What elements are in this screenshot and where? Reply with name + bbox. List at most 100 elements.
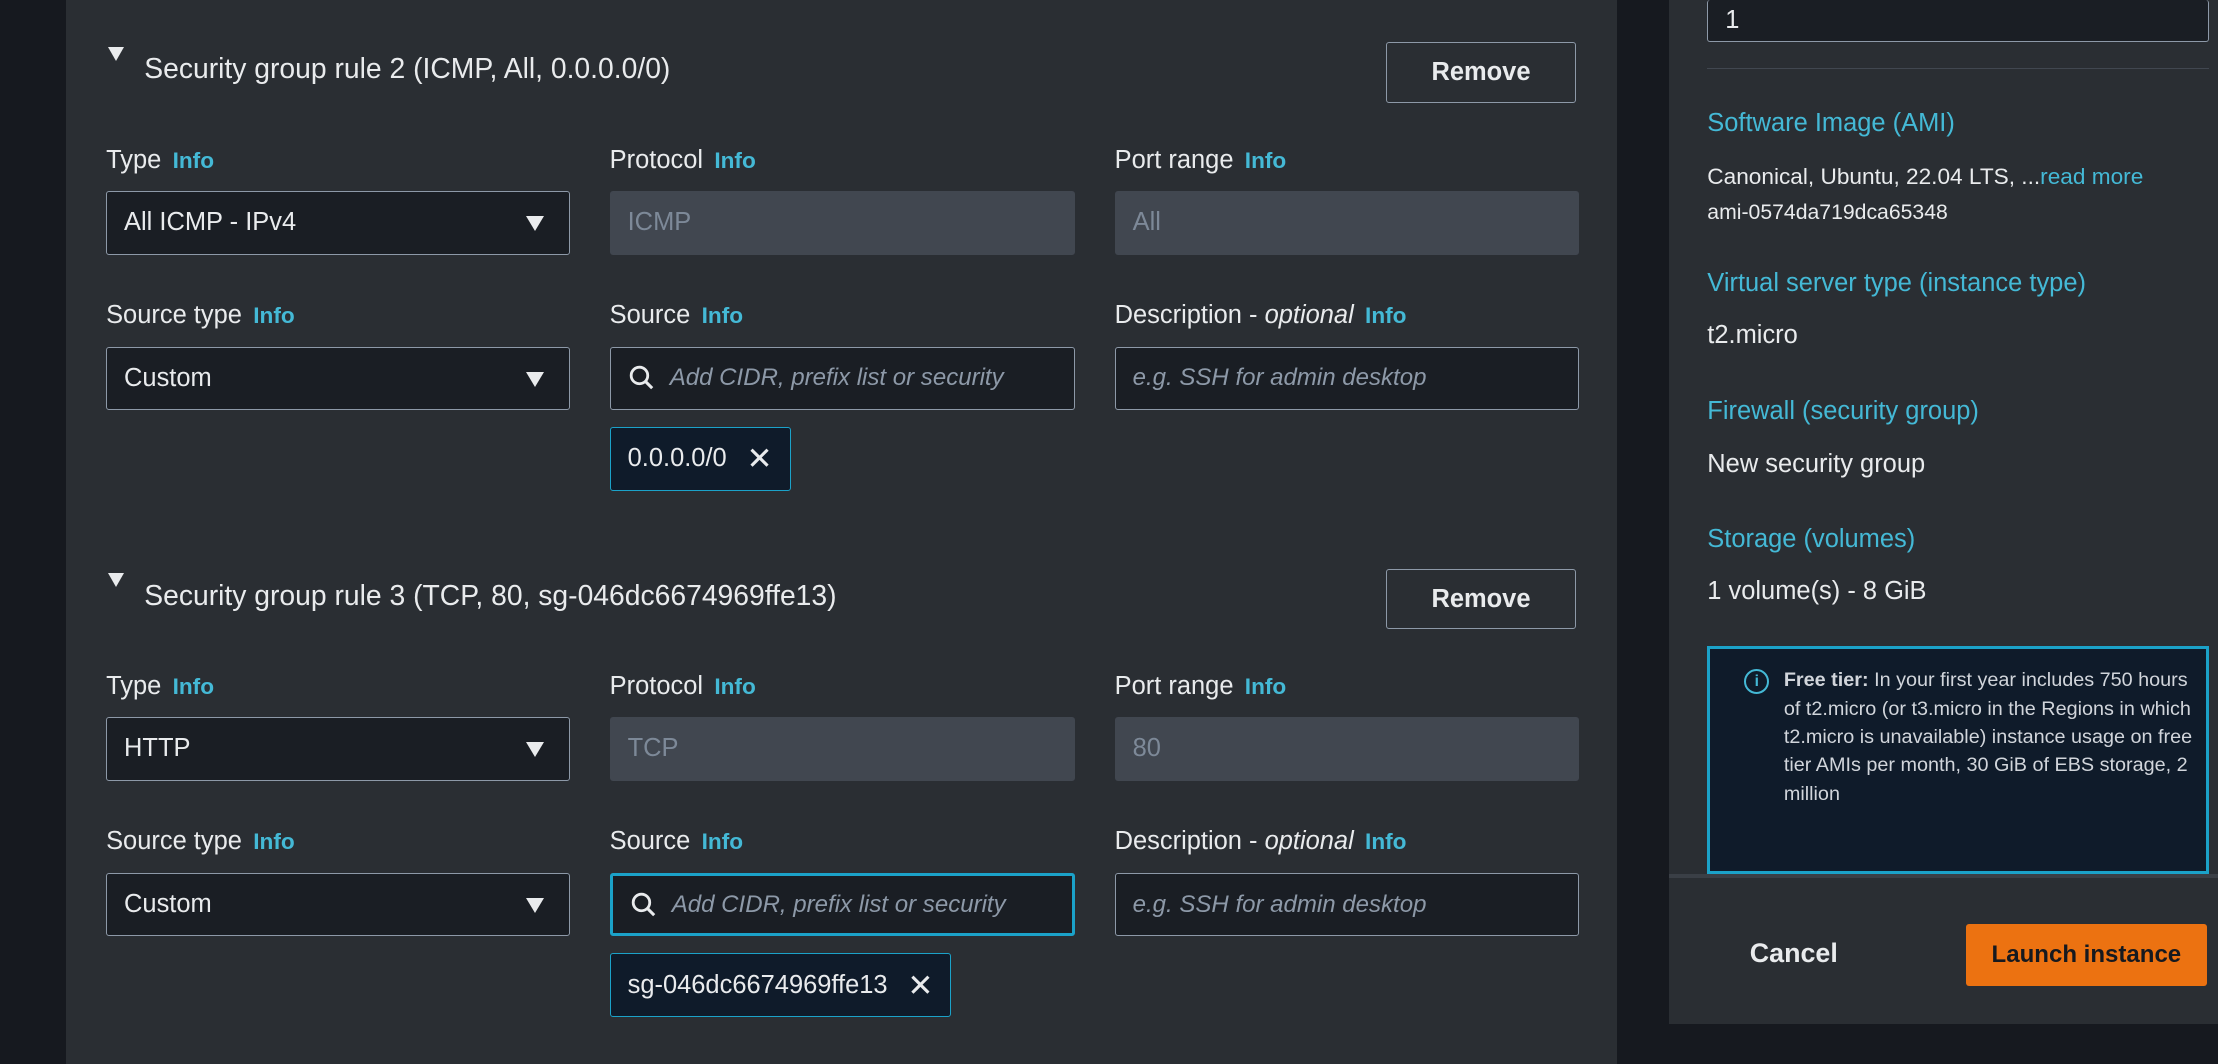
info-link[interactable]: Info [1365,829,1406,854]
description-input[interactable]: e.g. SSH for admin desktop [1114,872,1579,937]
port-range-label: Port range Info [1115,672,1287,701]
type-label: Type Info [106,146,214,175]
source-type-select[interactable]: Custom [106,872,571,937]
free-tier-notice: i Free tier: In your first year includes… [1707,646,2210,875]
source-placeholder: Add CIDR, prefix list or security [671,890,1006,918]
collapse-triangle-icon[interactable] [107,572,124,587]
port-label-text: Port range [1114,145,1234,174]
source-placeholder: Add CIDR, prefix list or security [669,364,1004,392]
info-link[interactable]: Info [253,303,294,328]
instance-type-label: Virtual server type (instance type) [1707,268,2086,297]
source-type-label-text: Source type [106,827,242,856]
type-select[interactable]: HTTP [106,717,571,781]
port-range-field: All [1114,190,1579,255]
number-of-instances-input[interactable]: 1 [1707,0,2210,43]
close-icon[interactable]: ✕ [746,443,772,474]
source-type-select[interactable]: Custom [106,346,571,411]
source-label: Source Info [610,827,743,856]
info-circle-icon: i [1744,669,1770,695]
port-value: All [1132,208,1161,237]
protocol-value: TCP [627,734,679,763]
token-value: 0.0.0.0/0 [627,444,727,473]
info-link[interactable]: Info [714,148,755,173]
info-link[interactable]: Info [1365,303,1406,328]
caret-down-icon [525,215,544,231]
source-type-label-text: Source type [106,301,242,330]
optional-text: optional [1264,301,1354,330]
info-link[interactable]: Info [173,674,214,699]
info-link[interactable]: Info [702,303,743,328]
page-background [1669,1024,2218,1064]
source-token: 0.0.0.0/0 ✕ [609,427,791,491]
firewall-value: New security group [1707,449,1926,478]
protocol-field: TCP [609,717,1075,781]
search-icon [629,366,653,390]
protocol-label-text: Protocol [609,145,704,174]
source-label-text: Source [609,301,691,330]
storage-value: 1 volume(s) - 8 GiB [1707,577,1927,606]
type-value: HTTP [124,734,191,763]
cancel-button[interactable]: Cancel [1750,938,1838,969]
info-link[interactable]: Info [173,148,214,173]
info-link[interactable]: Info [714,674,755,699]
port-range-field: 80 [1114,717,1579,781]
instance-type-value: t2.micro [1707,321,1798,350]
remove-rule-button[interactable]: Remove [1386,568,1576,630]
info-link[interactable]: Info [1245,148,1286,173]
protocol-label: Protocol Info [610,672,756,701]
source-type-value: Custom [124,890,212,919]
collapse-triangle-icon[interactable] [107,46,124,61]
info-link[interactable]: Info [702,829,743,854]
divider [1707,67,2210,69]
type-select[interactable]: All ICMP - IPv4 [106,190,571,255]
token-value: sg-046dc6674969ffe13 [627,970,888,999]
firewall-label: Firewall (security group) [1707,397,1979,426]
source-label: Source Info [610,301,743,330]
ami-id: ami-0574da719dca65348 [1707,200,1948,224]
type-label-text: Type [106,671,162,700]
source-type-label: Source type Info [106,301,295,330]
ami-text: Canonical, Ubuntu, 22.04 LTS, ... [1707,164,2041,190]
optional-text: optional [1264,827,1354,856]
description-placeholder: e.g. SSH for admin desktop [1132,364,1427,392]
caret-down-icon [525,371,544,387]
ami-label: Software Image (AMI) [1707,108,1955,137]
protocol-field: ICMP [609,190,1075,255]
type-value: All ICMP - IPv4 [124,208,297,237]
instances-value: 1 [1725,6,1740,35]
source-token: sg-046dc6674969ffe13 ✕ [609,953,952,1017]
protocol-label: Protocol Info [610,146,756,175]
protocol-label-text: Protocol [609,671,704,700]
remove-rule-button[interactable]: Remove [1386,42,1576,104]
rule-title: Security group rule 3 (TCP, 80, sg-046dc… [144,578,837,611]
description-placeholder: e.g. SSH for admin desktop [1132,890,1427,918]
description-label-text: Description - [1114,827,1265,856]
rule-title: Security group rule 2 (ICMP, All, 0.0.0.… [144,52,671,85]
description-input[interactable]: e.g. SSH for admin desktop [1114,346,1579,411]
caret-down-icon [525,742,544,758]
source-search-input[interactable]: Add CIDR, prefix list or security [609,872,1075,937]
search-icon [631,892,655,916]
free-tier-text: Free tier: In your first year includes 7… [1784,666,2194,807]
storage-label: Storage (volumes) [1707,524,1916,553]
info-link[interactable]: Info [253,829,294,854]
caret-down-icon [525,897,544,913]
info-link[interactable]: Info [1245,674,1286,699]
protocol-value: ICMP [627,208,692,237]
port-range-label: Port range Info [1115,146,1287,175]
source-type-value: Custom [124,363,212,392]
type-label-text: Type [106,145,162,174]
source-label-text: Source [609,827,691,856]
close-icon[interactable]: ✕ [907,969,933,1001]
launch-instance-button[interactable]: Launch instance [1966,923,2207,986]
ami-value: Canonical, Ubuntu, 22.04 LTS, ...read mo… [1707,164,2143,190]
description-label: Description - optional Info [1115,827,1407,856]
read-more-link[interactable]: read more [2040,164,2143,189]
type-label: Type Info [106,672,214,701]
free-tier-heading: Free tier: [1783,669,1869,692]
port-value: 80 [1132,734,1161,763]
port-label-text: Port range [1114,671,1234,700]
description-label-text: Description - [1114,301,1265,330]
description-label: Description - optional Info [1115,301,1407,330]
source-search-input[interactable]: Add CIDR, prefix list or security [609,346,1075,411]
